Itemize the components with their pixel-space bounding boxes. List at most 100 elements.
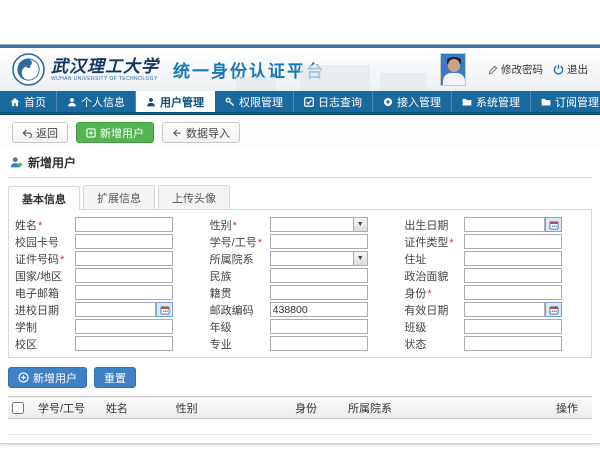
- field-text-input[interactable]: [464, 268, 562, 283]
- chevron-down-icon: ▼: [353, 252, 367, 265]
- field-text-input[interactable]: [75, 217, 173, 232]
- form-field-6-2: 班级: [404, 318, 585, 335]
- nav-item-2[interactable]: 用户管理: [136, 91, 215, 112]
- field-text-input[interactable]: [270, 302, 368, 317]
- nav-item-6[interactable]: 系统管理: [452, 91, 531, 112]
- field-text-input[interactable]: [270, 268, 368, 283]
- back-arrow-icon: [22, 128, 32, 138]
- field-text-input[interactable]: [75, 268, 173, 283]
- field-text-input[interactable]: [270, 336, 368, 351]
- form-field-2-0: 证件号码*: [15, 250, 196, 267]
- calendar-icon[interactable]: [545, 302, 562, 317]
- change-password-link[interactable]: 修改密码: [488, 62, 543, 77]
- logout-link[interactable]: 退出: [553, 62, 588, 77]
- key-icon: [225, 97, 235, 107]
- nav-item-label: 个人信息: [81, 94, 125, 110]
- field-label: 证件类型*: [404, 234, 464, 250]
- form-field-7-0: 校区: [15, 335, 196, 352]
- tab-2[interactable]: 上传头像: [158, 185, 230, 209]
- nav-item-label: 权限管理: [239, 94, 283, 110]
- avatar-face: [448, 59, 460, 72]
- field-label: 住址: [404, 251, 464, 267]
- home-icon: [10, 97, 20, 107]
- add-user-toolbar-button[interactable]: 新增用户: [76, 122, 154, 143]
- empty-cell: [8, 419, 34, 435]
- field-label: 有效日期: [404, 302, 464, 318]
- field-select[interactable]: ▼: [270, 217, 368, 232]
- field-label: 身份*: [404, 285, 464, 301]
- form-field-0-2: 出生日期: [404, 216, 585, 233]
- field-text-input[interactable]: [75, 336, 173, 351]
- data-import-button[interactable]: 数据导入: [162, 122, 240, 143]
- main-nav: 首页 个人信息用户管理 权限管理日志查询接入管理系统管理订阅管理: [0, 91, 600, 115]
- field-label: 民族: [210, 268, 270, 284]
- back-button[interactable]: 返回: [12, 122, 68, 143]
- user-icon: [67, 97, 77, 107]
- avatar-shirt: [443, 73, 465, 86]
- table-header-1: 姓名: [102, 397, 172, 419]
- add-user-toolbar-label: 新增用户: [100, 125, 144, 141]
- table-header-row: 学号/工号姓名性别身份所属院系操作: [8, 397, 592, 419]
- field-text-input[interactable]: [75, 319, 173, 334]
- folder-icon: [541, 97, 551, 107]
- field-label: 性别*: [210, 217, 270, 233]
- nav-item-0[interactable]: 首页: [0, 91, 57, 112]
- field-text-input[interactable]: [270, 319, 368, 334]
- field-text-input[interactable]: [75, 285, 173, 300]
- nav-item-3[interactable]: 权限管理: [215, 91, 294, 112]
- required-asterisk: *: [258, 237, 262, 249]
- field-select[interactable]: ▼: [270, 251, 368, 266]
- field-label: 邮政编码: [210, 302, 270, 318]
- field-label: 班级: [404, 319, 464, 335]
- form-field-6-0: 学制: [15, 318, 196, 335]
- badge-icon: [383, 97, 393, 107]
- field-text-input[interactable]: [75, 234, 173, 249]
- nav-item-7[interactable]: 订阅管理: [531, 91, 600, 112]
- reset-button[interactable]: 重置: [94, 367, 136, 388]
- tab-0[interactable]: 基本信息: [8, 186, 80, 210]
- university-name-en: WUHAN UNIVERSITY OF TECHNOLOGY: [51, 77, 159, 82]
- field-text-input[interactable]: [270, 234, 368, 249]
- calendar-icon[interactable]: [156, 302, 173, 317]
- field-text-input[interactable]: [464, 319, 562, 334]
- back-label: 返回: [36, 125, 58, 141]
- user-avatar[interactable]: [440, 53, 466, 86]
- field-text-input[interactable]: [464, 336, 562, 351]
- field-label: 状态: [404, 336, 464, 352]
- empty-cell: [102, 419, 172, 435]
- university-name-cn: 武汉理工大学: [51, 58, 159, 75]
- empty-cell: [34, 419, 102, 435]
- form-field-3-1: 民族: [210, 267, 391, 284]
- field-text-input[interactable]: [75, 251, 173, 266]
- calendar-icon[interactable]: [545, 217, 562, 232]
- field-label: 学号/工号*: [210, 234, 270, 250]
- field-label: 籍贯: [210, 285, 270, 301]
- field-date-input[interactable]: [464, 302, 545, 317]
- select-all-checkbox[interactable]: [12, 402, 24, 414]
- field-label: 校园卡号: [15, 234, 75, 250]
- required-asterisk: *: [427, 288, 431, 300]
- header-user-area: 修改密码 退出: [440, 53, 588, 86]
- form-field-6-1: 年级: [210, 318, 391, 335]
- university-name-block: 武汉理工大学 WUHAN UNIVERSITY OF TECHNOLOGY: [51, 58, 159, 82]
- table-header-4: 所属院系: [344, 397, 552, 419]
- field-text-input[interactable]: [464, 234, 562, 249]
- required-asterisk: *: [233, 220, 237, 232]
- nav-item-4[interactable]: 日志查询: [294, 91, 373, 112]
- checklist-icon: [304, 97, 314, 107]
- field-date-input[interactable]: [464, 217, 545, 232]
- field-text-input[interactable]: [464, 285, 562, 300]
- field-date-input[interactable]: [75, 302, 156, 317]
- tab-1[interactable]: 扩展信息: [83, 185, 155, 209]
- submit-add-user-button[interactable]: 新增用户: [8, 367, 87, 388]
- section-title: 新增用户: [28, 154, 76, 171]
- empty-cell: [172, 419, 291, 435]
- field-label: 所属院系: [210, 251, 270, 267]
- nav-item-1[interactable]: 个人信息: [57, 91, 136, 112]
- folder-icon: [462, 97, 472, 107]
- nav-item-5[interactable]: 接入管理: [373, 91, 452, 112]
- field-text-input[interactable]: [270, 285, 368, 300]
- submit-add-user-label: 新增用户: [33, 370, 77, 386]
- basic-info-panel: 姓名*性别*▼出生日期校园卡号学号/工号*证件类型*证件号码*所属院系▼住址国家…: [8, 209, 592, 358]
- field-text-input[interactable]: [464, 251, 562, 266]
